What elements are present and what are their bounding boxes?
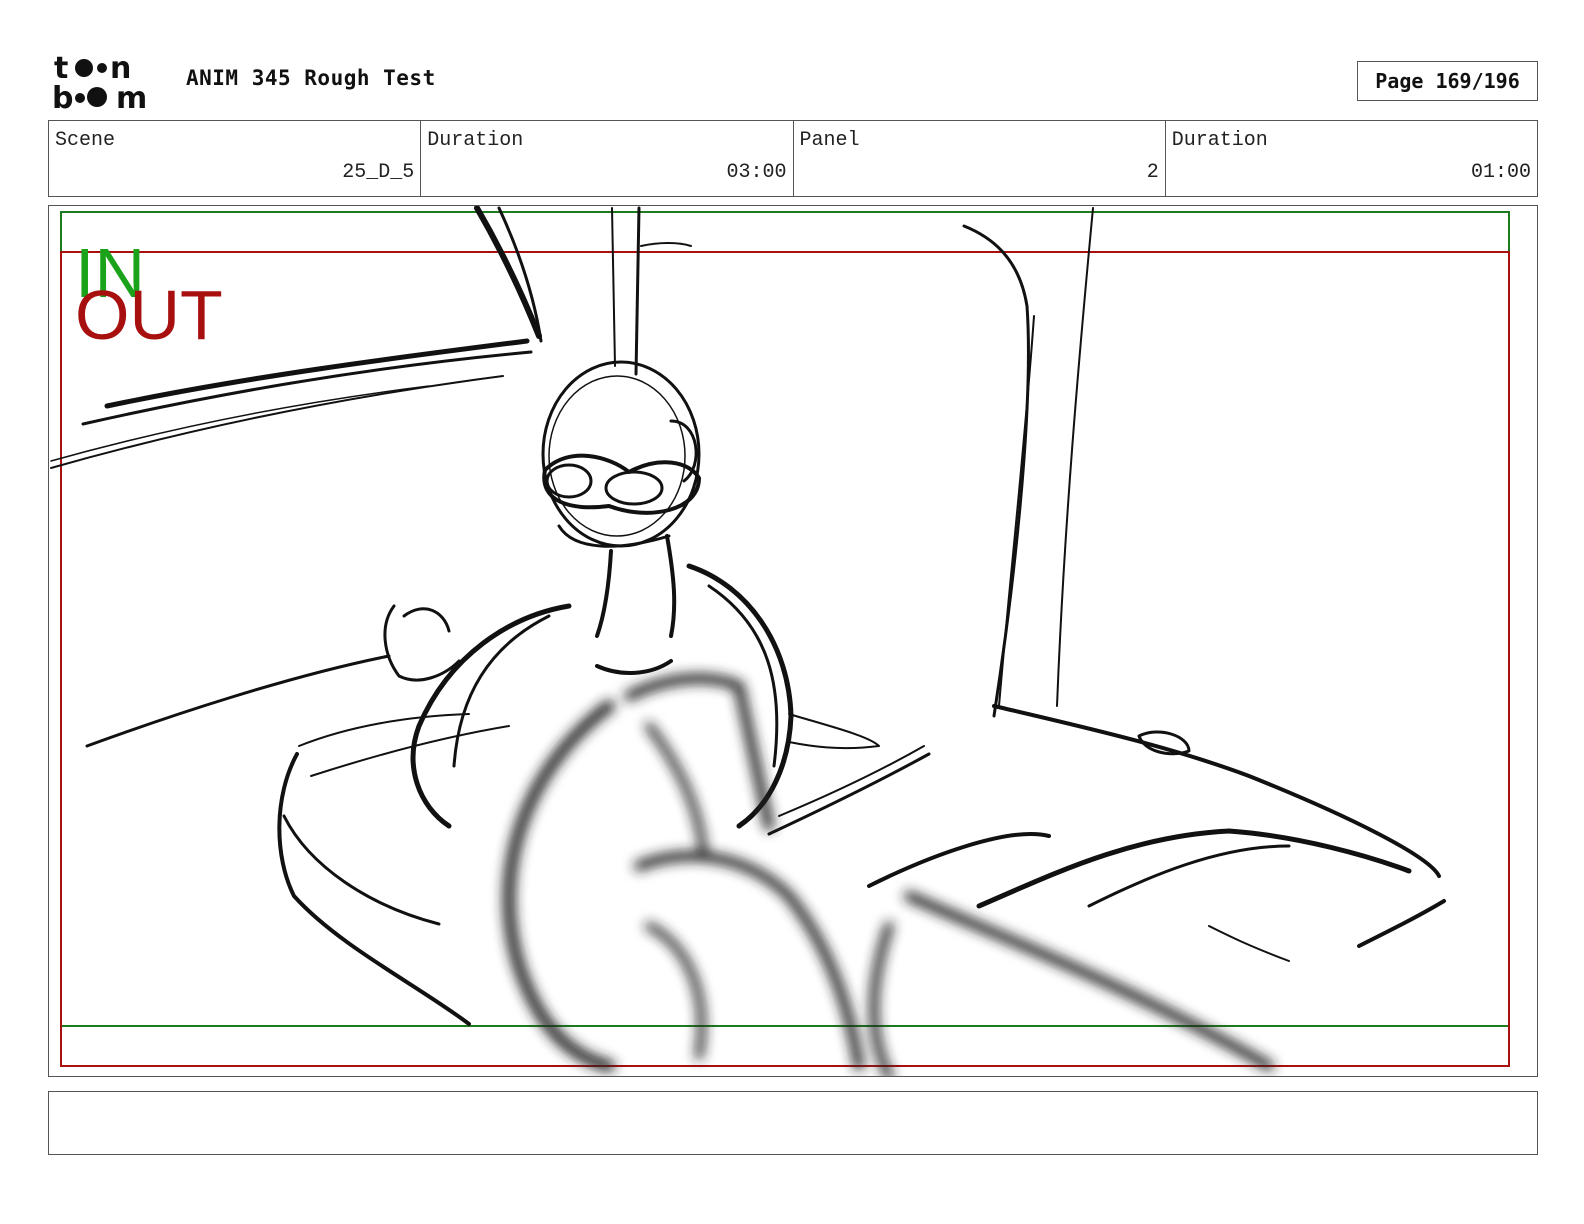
panel-info-row: Scene 25_D_5 Duration 03:00 Panel 2 Dura… (48, 120, 1538, 197)
document-title: ANIM 345 Rough Test (186, 66, 436, 90)
panel-duration-label: Duration (1171, 129, 1268, 152)
rough-sketch (50, 206, 1446, 1026)
in-frame (60, 211, 1510, 1027)
scene-duration-label: Duration (427, 129, 524, 152)
panel-label: Panel (799, 129, 860, 152)
scene-duration-cell: Duration 03:00 (421, 121, 794, 196)
sketch-drawing (50, 206, 1510, 1076)
panel-duration-cell: Duration 01:00 (1166, 121, 1537, 196)
out-frame-label: OUT (75, 276, 223, 354)
svg-text:b: b (52, 81, 73, 112)
panel-cell: Panel 2 (794, 121, 1166, 196)
toon-boom-logo: t n b m (52, 52, 147, 112)
scene-label: Scene (55, 129, 116, 152)
scene-value: 25_D_5 (342, 161, 415, 184)
panel-duration-value: 01:00 (1470, 161, 1531, 184)
scene-cell: Scene 25_D_5 (49, 121, 422, 196)
scene-duration-value: 03:00 (726, 161, 787, 184)
panel-notes-box (48, 1091, 1538, 1155)
storyboard-panel: IN OUT (48, 205, 1538, 1077)
page-indicator: Page 169/196 (1357, 61, 1538, 101)
svg-text:m: m (116, 81, 147, 112)
panel-value: 2 (1146, 161, 1159, 184)
